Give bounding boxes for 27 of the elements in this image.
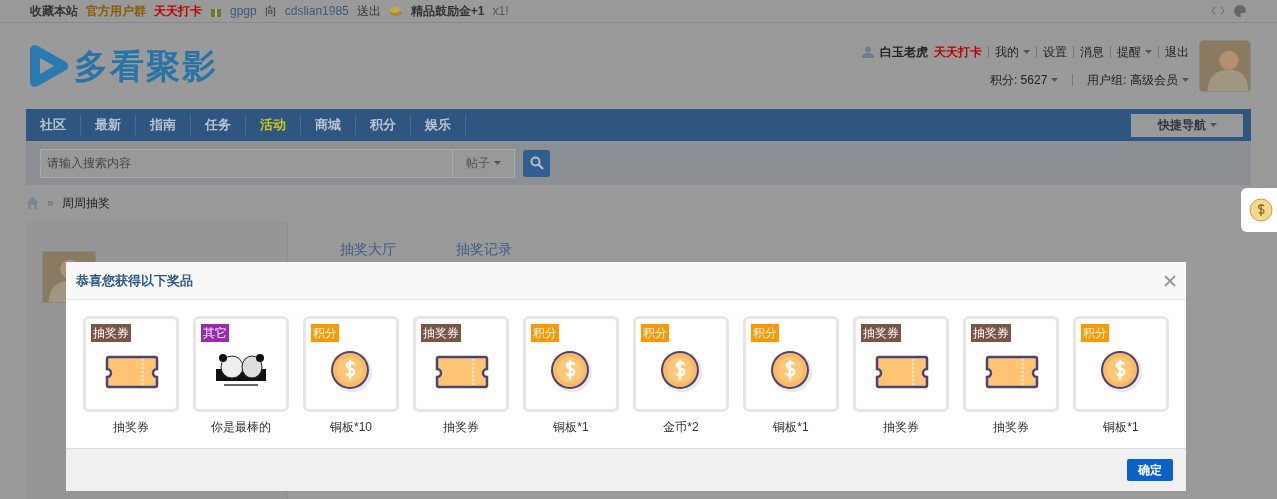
prize-name: 铜板*1: [1103, 419, 1139, 436]
prize-name: 抽奖券: [113, 419, 149, 436]
dialog-title: 恭喜您获得以下奖品: [76, 271, 193, 290]
notice-text: 向: [264, 3, 277, 20]
prize-name: 抽奖券: [993, 419, 1029, 436]
prize-tag: 其它: [201, 324, 229, 342]
prize-tag: 积分: [311, 324, 339, 342]
prize-name: 铜板*1: [553, 419, 589, 436]
prize-name: 铜板*1: [773, 419, 809, 436]
prize-name: 铜板*10: [330, 419, 372, 436]
prize-name: 抽奖券: [883, 419, 919, 436]
breadcrumb-current: 周周抽奖: [61, 195, 110, 212]
notice-prize: 精品鼓励金+1: [410, 3, 485, 20]
prize-name: 你是最棒的: [211, 419, 271, 436]
prize-tag: 积分: [531, 324, 559, 342]
prize-tag: 抽奖券: [421, 324, 461, 342]
notice-text: 送出: [356, 3, 381, 20]
prize-name: 抽奖券: [443, 419, 479, 436]
prize-name: 金币*2: [663, 419, 699, 436]
notice-count: x1!: [492, 3, 509, 20]
prize-tag: 积分: [1081, 324, 1109, 342]
breadcrumb-separator: »: [47, 195, 54, 212]
prize-tag: 抽奖券: [861, 324, 901, 342]
prize-tag: 抽奖券: [91, 324, 131, 342]
prize-tag: 抽奖券: [971, 324, 1011, 342]
prize-tag: 积分: [641, 324, 669, 342]
prize-tag: 积分: [751, 324, 779, 342]
